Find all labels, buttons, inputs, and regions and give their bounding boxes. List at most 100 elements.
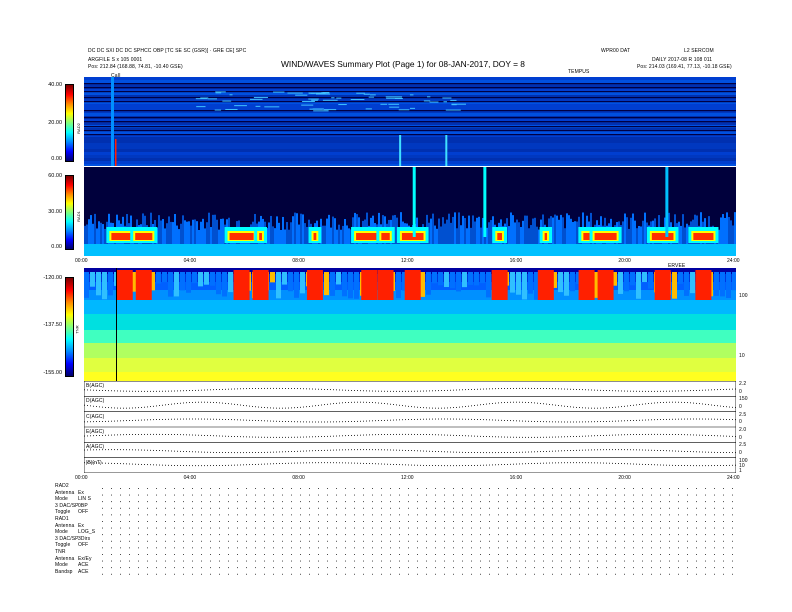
agc-data-point (162, 404, 163, 406)
footer-dot (444, 554, 445, 555)
footer-dot (237, 540, 238, 542)
rad1-column-bg (280, 229, 282, 244)
footer-dot (498, 560, 499, 562)
footer-dot (453, 560, 454, 562)
agc-data-point (228, 403, 229, 405)
agc-data-point (423, 407, 424, 409)
rad1-baseline (264, 244, 266, 256)
agc-data-point (105, 434, 106, 436)
footer-dot (696, 560, 697, 562)
footer-dot (696, 547, 697, 549)
agc-data-point (117, 463, 118, 464)
agc-data-point (387, 434, 388, 435)
rad1-baseline (594, 244, 596, 256)
footer-dot (471, 488, 472, 489)
rad2-tick-bottom: 0.00 (51, 156, 62, 162)
agc-data-point (345, 389, 346, 391)
agc-data-point (432, 450, 433, 452)
footer-dot (480, 494, 481, 496)
footer-dot (282, 514, 283, 516)
footer-dot (138, 501, 139, 503)
rad1-baseline (568, 244, 570, 256)
rad1-column-bg (170, 221, 172, 244)
agc-data-point (438, 390, 439, 392)
agc-data-point (93, 421, 94, 423)
agc-data-point (678, 465, 679, 466)
footer-dot (453, 507, 454, 509)
rad1-baseline (396, 244, 398, 256)
agc-data-point (132, 420, 133, 421)
footer-dot (246, 534, 247, 536)
agc-data-point (150, 464, 151, 466)
rad1-baseline (276, 244, 278, 256)
rad1-baseline (252, 244, 254, 256)
footer-dot (237, 514, 238, 516)
agc-data-point (111, 434, 112, 436)
rad1-baseline (614, 244, 616, 256)
agc-data-point (696, 434, 697, 436)
agc-data-point (216, 465, 217, 466)
agc-data-point (546, 421, 547, 423)
agc-data-point (291, 451, 292, 452)
agc-data-point (342, 435, 343, 437)
agc-data-point (432, 407, 433, 409)
rad1-baseline (220, 244, 222, 256)
agc-data-point (303, 436, 304, 438)
tnr-tick-bottom: -155.00 (43, 370, 62, 376)
agc-right-tick: 0 (739, 404, 742, 410)
agc-data-point (531, 463, 532, 464)
footer-dot (237, 527, 238, 529)
footer-dot (633, 521, 634, 522)
agc-data-point (345, 462, 346, 464)
agc-data-point (645, 464, 646, 465)
agc-data-point (552, 404, 553, 406)
footer-row-label: TNR (55, 549, 66, 555)
rad1-column-bg (480, 227, 482, 244)
footer-dot (525, 514, 526, 516)
footer-dot (390, 573, 391, 575)
footer-dot (201, 527, 202, 529)
agc-data-point (291, 436, 292, 438)
footer-dot (480, 534, 481, 536)
footer-dot (282, 521, 283, 522)
rad2-colorbar-label: RAD2 (75, 123, 81, 134)
footer-dot (408, 534, 409, 536)
agc-data-point (114, 434, 115, 436)
agc-data-point (372, 402, 373, 403)
agc-data-point (720, 435, 721, 437)
footer-dot (723, 534, 724, 536)
agc-data-point (255, 388, 256, 389)
rad1-baseline (402, 244, 404, 256)
rad1-column-bg (622, 221, 624, 244)
footer-dot (705, 547, 706, 549)
agc-data-point (522, 436, 523, 438)
footer-dot (642, 488, 643, 489)
agc-data-point (507, 452, 508, 453)
rad1-baseline (188, 244, 190, 256)
rad1-baseline (280, 244, 282, 256)
agc-data-point (342, 421, 343, 423)
agc-data-point (423, 434, 424, 435)
footer-dot (489, 567, 490, 569)
footer-dot (579, 540, 580, 542)
footer-dot (624, 560, 625, 562)
agc-data-point (462, 465, 463, 467)
agc-data-point (342, 462, 343, 464)
footer-dot (471, 547, 472, 549)
agc-data-point (189, 465, 190, 467)
tnr-colorbar (65, 277, 74, 377)
agc-data-point (582, 407, 583, 409)
agc-data-point (327, 449, 328, 451)
top-time-tick: 16:00 (509, 258, 523, 264)
agc-data-point (192, 418, 193, 420)
footer-dot (381, 521, 382, 522)
agc-data-point (411, 419, 412, 420)
agc-data-point (480, 464, 481, 466)
footer-dot (507, 554, 508, 555)
agc-data-point (567, 388, 568, 390)
agc-data-point (417, 464, 418, 466)
footer-dot (588, 521, 589, 522)
footer-dot (669, 547, 670, 549)
agc-data-point (276, 387, 277, 389)
footer-dot (696, 573, 697, 575)
